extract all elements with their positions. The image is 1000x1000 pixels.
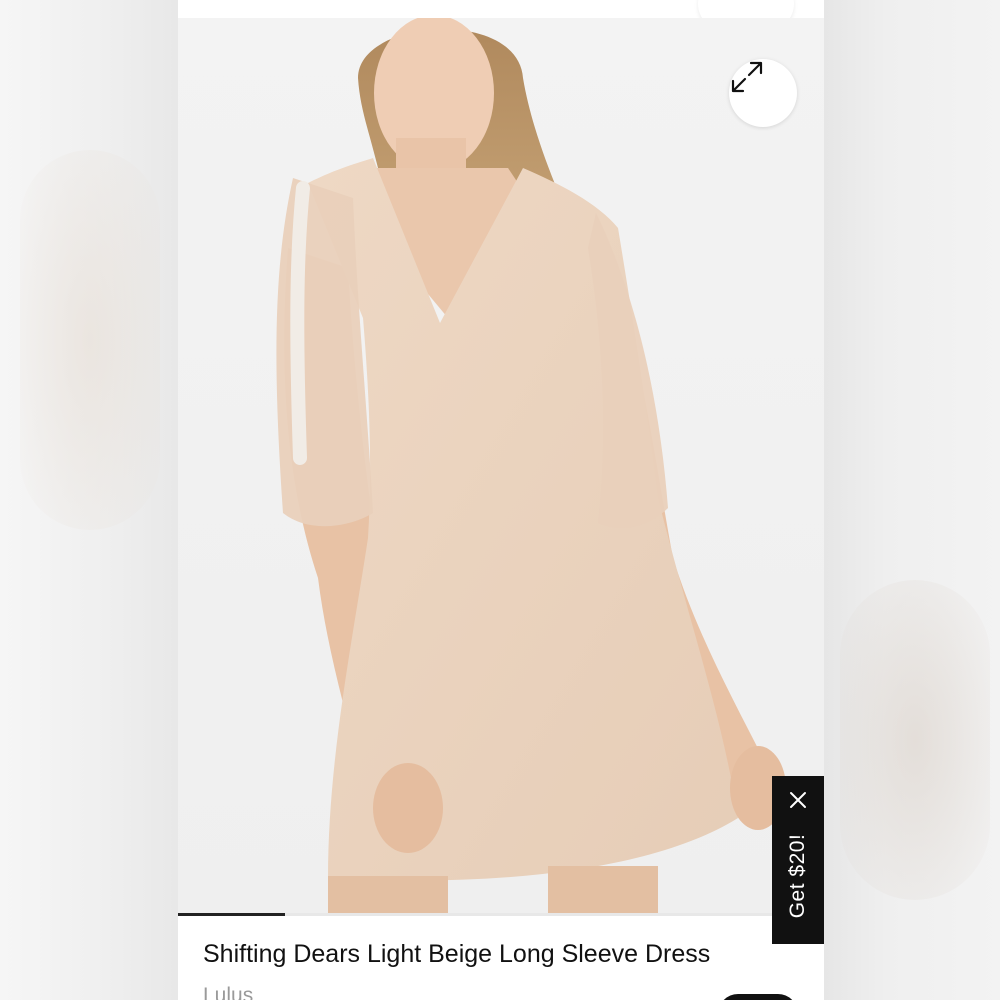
- background-blur-shape: [20, 150, 160, 530]
- product-brand[interactable]: Lulus: [203, 984, 253, 1000]
- promo-close-button[interactable]: [786, 788, 810, 812]
- gallery-progress-bar: [178, 913, 824, 916]
- expand-image-button[interactable]: [729, 59, 797, 127]
- model-in-dress-illustration: [276, 18, 786, 914]
- background-blur-shape: [840, 580, 990, 900]
- product-image[interactable]: [178, 18, 824, 914]
- get-20-promo-tab[interactable]: Get $20!: [772, 776, 824, 944]
- product-title: Shifting Dears Light Beige Long Sleeve D…: [203, 940, 711, 968]
- gallery-progress-fill: [178, 913, 285, 916]
- promo-label: Get $20!: [786, 833, 809, 919]
- product-screen: Get $20! Shifting Dears Light Beige Long…: [178, 0, 824, 1000]
- close-icon: [790, 792, 806, 808]
- bottom-action-button[interactable]: [718, 994, 798, 1000]
- expand-arrows-icon: [731, 61, 763, 93]
